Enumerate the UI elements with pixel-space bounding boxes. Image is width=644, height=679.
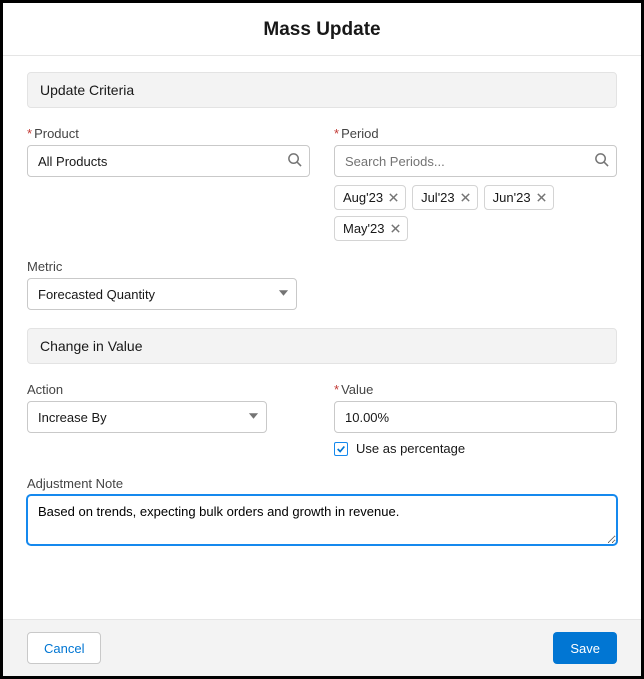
action-select[interactable]: Increase By <box>27 401 267 433</box>
action-label: Action <box>27 382 310 397</box>
search-icon[interactable] <box>287 152 302 170</box>
product-field: *Product <box>27 126 310 241</box>
value-label: *Value <box>334 382 617 397</box>
required-indicator: * <box>334 382 339 397</box>
period-chip[interactable]: Jun'23 <box>484 185 554 210</box>
action-field: Action Increase By <box>27 382 310 456</box>
close-icon[interactable] <box>536 192 547 203</box>
adjustment-note-label: Adjustment Note <box>27 476 617 491</box>
section-change-in-value: Change in Value <box>27 328 617 364</box>
required-indicator: * <box>27 126 32 141</box>
percentage-checkbox-row: Use as percentage <box>334 441 617 456</box>
close-icon[interactable] <box>390 223 401 234</box>
dialog-header: Mass Update <box>3 3 641 56</box>
metric-select[interactable]: Forecasted Quantity <box>27 278 297 310</box>
value-input[interactable] <box>334 401 617 433</box>
period-field: *Period Aug'23 Jul'23 <box>334 126 617 241</box>
period-chip[interactable]: Jul'23 <box>412 185 478 210</box>
use-as-percentage-label: Use as percentage <box>356 441 465 456</box>
close-icon[interactable] <box>460 192 471 203</box>
search-icon[interactable] <box>594 152 609 170</box>
value-field: *Value Use as percentage <box>334 382 617 456</box>
period-chips: Aug'23 Jul'23 Jun'23 <box>334 185 617 241</box>
metric-field: Metric Forecasted Quantity <box>27 259 617 310</box>
product-label: *Product <box>27 126 310 141</box>
dialog-footer: Cancel Save <box>3 619 641 676</box>
section-update-criteria: Update Criteria <box>27 72 617 108</box>
cancel-button[interactable]: Cancel <box>27 632 101 664</box>
save-button[interactable]: Save <box>553 632 617 664</box>
chip-label: Jul'23 <box>421 190 455 205</box>
chip-label: Aug'23 <box>343 190 383 205</box>
use-as-percentage-checkbox[interactable] <box>334 442 348 456</box>
adjustment-note-field: Adjustment Note <box>27 476 617 548</box>
product-input[interactable] <box>27 145 310 177</box>
period-chip[interactable]: Aug'23 <box>334 185 406 210</box>
dialog-body: Update Criteria *Product *Period <box>3 56 641 619</box>
period-chip[interactable]: May'23 <box>334 216 408 241</box>
period-search-input[interactable] <box>334 145 617 177</box>
close-icon[interactable] <box>388 192 399 203</box>
required-indicator: * <box>334 126 339 141</box>
dialog-title: Mass Update <box>3 19 641 41</box>
metric-label: Metric <box>27 259 617 274</box>
chip-label: Jun'23 <box>493 190 531 205</box>
chip-label: May'23 <box>343 221 385 236</box>
adjustment-note-textarea[interactable] <box>27 495 617 545</box>
period-label: *Period <box>334 126 617 141</box>
